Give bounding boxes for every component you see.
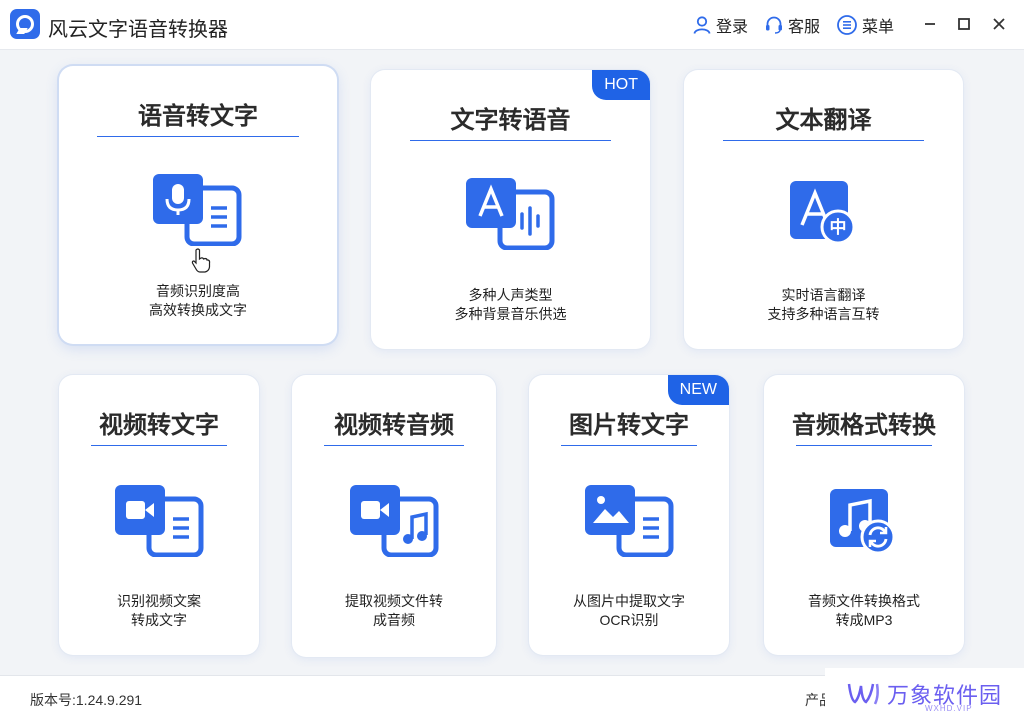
minimize-icon (925, 23, 935, 25)
card-speech-to-text[interactable]: 语音转文字 音频识别度高 高效转换成文字 (59, 66, 337, 344)
card-desc-line2: 支持多种语言互转 (767, 306, 880, 322)
card-title: 图片转文字 (569, 412, 689, 439)
service-button[interactable]: 客服 (764, 14, 820, 36)
card-title: 视频转音频 (334, 412, 454, 439)
version-label: 版本号:1.24.9.291 (30, 692, 143, 708)
video-doc-icon (115, 485, 204, 557)
minimize-button[interactable] (918, 12, 942, 36)
card-desc-line1: 实时语言翻译 (781, 287, 866, 303)
card-title: 文字转语音 (450, 107, 571, 134)
close-icon (993, 18, 1005, 30)
title-divider (723, 140, 924, 141)
menu-icon (837, 15, 857, 35)
card-video-to-audio[interactable]: 视频转音频 提取视频文件转 成音频 (292, 375, 496, 657)
watermark-logo-icon (847, 683, 879, 705)
title-divider (324, 445, 464, 446)
title-divider (410, 140, 611, 141)
watermark-url: WXHD.VIP (925, 704, 973, 713)
card-text-translate[interactable]: 文本翻译 中 实时语言翻译 支持多种语言互转 (684, 70, 963, 349)
video-music-icon (350, 485, 439, 557)
app-logo-icon (10, 9, 40, 39)
title-divider (796, 445, 932, 446)
login-button[interactable]: 登录 (692, 14, 748, 36)
card-title: 音频格式转换 (792, 412, 936, 439)
pointer-cursor-icon (191, 248, 211, 273)
card-desc-line2: 多种背景音乐供选 (454, 306, 567, 322)
card-desc-line1: 多种人声类型 (468, 287, 553, 303)
watermark: 万象软件园 WXHD.VIP (825, 668, 1024, 720)
card-title: 视频转文字 (99, 412, 219, 439)
card-desc-line2: OCR识别 (599, 612, 659, 628)
image-doc-icon (585, 485, 674, 557)
card-desc-line1: 识别视频文案 (117, 593, 201, 609)
maximize-button[interactable] (952, 12, 976, 36)
hot-badge: HOT (592, 70, 650, 100)
card-image-to-text[interactable]: NEW 图片转文字 从图片中提取文字 OCR识别 (529, 375, 729, 655)
user-icon (693, 16, 711, 34)
translate-icon-glyph: 中 (830, 217, 847, 238)
card-desc-line2: 转成MP3 (835, 612, 893, 628)
card-desc-line2: 高效转换成文字 (149, 302, 247, 318)
title-divider (561, 445, 697, 446)
card-title: 文本翻译 (775, 107, 872, 134)
title-divider (97, 136, 299, 137)
title-bar: 风云文字语音转换器 登录 客服 菜单 (0, 0, 1024, 50)
title-divider (91, 445, 227, 446)
music-convert-icon (830, 489, 896, 555)
card-video-to-text[interactable]: 视频转文字 识别视频文案 转成文字 (59, 375, 259, 655)
card-desc-line1: 音频识别度高 (156, 283, 240, 299)
card-desc-line1: 从图片中提取文字 (573, 593, 685, 609)
card-audio-format-convert[interactable]: 音频格式转换 音频文件转换格式 转成MP3 (764, 375, 964, 655)
card-text-to-speech[interactable]: HOT 文字转语音 多种人声类型 多种背景音乐供选 (371, 70, 650, 349)
text-to-speech-icon (466, 178, 555, 250)
headset-icon (766, 16, 782, 34)
menu-label: 菜单 (862, 19, 895, 36)
card-desc-line1: 音频文件转换格式 (808, 593, 920, 609)
close-button[interactable] (987, 12, 1011, 36)
menu-button[interactable]: 菜单 (836, 14, 894, 36)
translate-icon: 中 (790, 181, 856, 245)
card-desc-line2: 成音频 (373, 612, 415, 628)
card-title: 语音转文字 (138, 103, 258, 130)
login-label: 登录 (716, 19, 749, 36)
mic-doc-icon (153, 174, 242, 246)
card-desc-line1: 提取视频文件转 (345, 593, 443, 609)
maximize-icon (958, 18, 970, 30)
service-label: 客服 (788, 19, 821, 36)
card-desc-line2: 转成文字 (131, 612, 187, 628)
new-badge: NEW (667, 375, 729, 405)
app-title: 风云文字语音转换器 (48, 19, 228, 41)
